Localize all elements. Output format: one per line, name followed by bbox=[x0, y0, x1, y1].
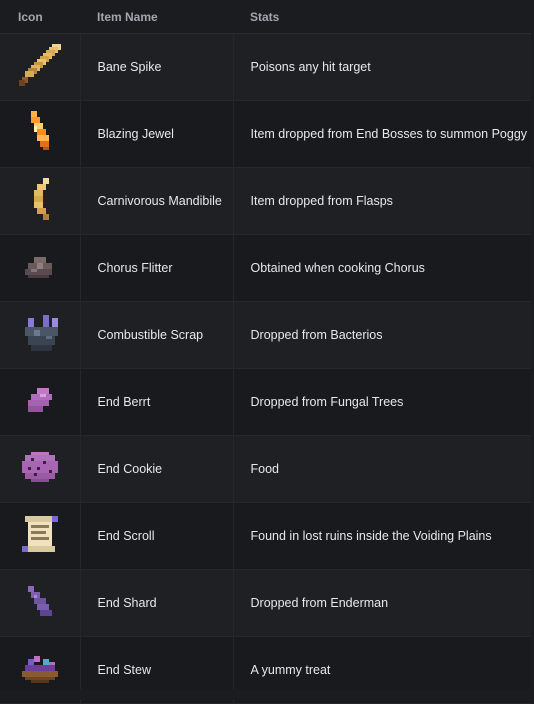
table-row: Combustible Scrap Dropped from Bacterios bbox=[0, 301, 531, 369]
item-stats: Food bbox=[232, 435, 531, 503]
item-stats: Dropped from Enderman bbox=[232, 569, 531, 637]
table-row: Bane Spike Poisons any hit target bbox=[0, 33, 531, 101]
table-row: Carnivorous Mandibile Item dropped from … bbox=[0, 167, 531, 235]
item-name: End Shard bbox=[79, 569, 233, 637]
table-row: End Berrt Dropped from Fungal Trees bbox=[0, 368, 531, 436]
icon-cell bbox=[0, 234, 80, 302]
item-name: Blazing Jewel bbox=[79, 100, 233, 168]
item-stats: Obtained when cooking Chorus bbox=[232, 234, 531, 302]
item-stats: Dropped from Bacterios bbox=[232, 301, 531, 369]
end-cookie-icon bbox=[16, 443, 64, 491]
header-icon[interactable]: Icon bbox=[0, 0, 80, 34]
items-table: Icon Item Name Stats Bane Spike Poisons … bbox=[0, 0, 531, 704]
header-stats[interactable]: Stats bbox=[233, 0, 531, 34]
icon-cell bbox=[0, 301, 80, 369]
chorus-flitter-icon bbox=[16, 242, 64, 290]
header-item-name[interactable]: Item Name bbox=[80, 0, 233, 34]
table-row: End Cookie Food bbox=[0, 435, 531, 503]
icon-cell bbox=[0, 569, 80, 637]
table-row: End Shard Dropped from Enderman bbox=[0, 569, 531, 637]
table-row: Blazing Jewel Item dropped from End Boss… bbox=[0, 100, 531, 168]
end-shard-icon bbox=[16, 577, 64, 625]
item-name: End Berrt bbox=[79, 368, 233, 436]
icon-cell bbox=[0, 100, 80, 168]
icon-cell bbox=[0, 502, 80, 570]
bane-spike-icon bbox=[16, 41, 64, 89]
item-name: End Scroll bbox=[79, 502, 233, 570]
item-name: End Cookie bbox=[79, 435, 233, 503]
item-stats: Dropped from Fungal Trees bbox=[232, 368, 531, 436]
combustible-scrap-icon bbox=[16, 309, 64, 357]
icon-cell bbox=[0, 33, 80, 101]
carnivorous-mandibile-icon bbox=[16, 175, 64, 223]
item-stats: Item dropped from Flasps bbox=[232, 167, 531, 235]
item-name: Carnivorous Mandibile bbox=[79, 167, 233, 235]
end-stew-icon bbox=[16, 644, 64, 692]
icon-cell bbox=[0, 167, 80, 235]
end-berrt-icon bbox=[16, 376, 64, 424]
table-bottom-padding bbox=[0, 689, 534, 700]
blazing-jewel-icon bbox=[16, 108, 64, 156]
icon-cell bbox=[0, 435, 80, 503]
item-stats: Poisons any hit target bbox=[232, 33, 531, 101]
item-name: Bane Spike bbox=[79, 33, 233, 101]
table-header-row: Icon Item Name Stats bbox=[0, 0, 531, 34]
table-row: End Scroll Found in lost ruins inside th… bbox=[0, 502, 531, 570]
item-name: Chorus Flitter bbox=[79, 234, 233, 302]
item-stats: Item dropped from End Bosses to summon P… bbox=[232, 100, 531, 168]
end-scroll-icon bbox=[16, 510, 64, 558]
icon-cell bbox=[0, 368, 80, 436]
item-name: Combustible Scrap bbox=[79, 301, 233, 369]
table-row: Chorus Flitter Obtained when cooking Cho… bbox=[0, 234, 531, 302]
items-table-container: Icon Item Name Stats Bane Spike Poisons … bbox=[0, 0, 534, 704]
item-stats: Found in lost ruins inside the Voiding P… bbox=[232, 502, 531, 570]
